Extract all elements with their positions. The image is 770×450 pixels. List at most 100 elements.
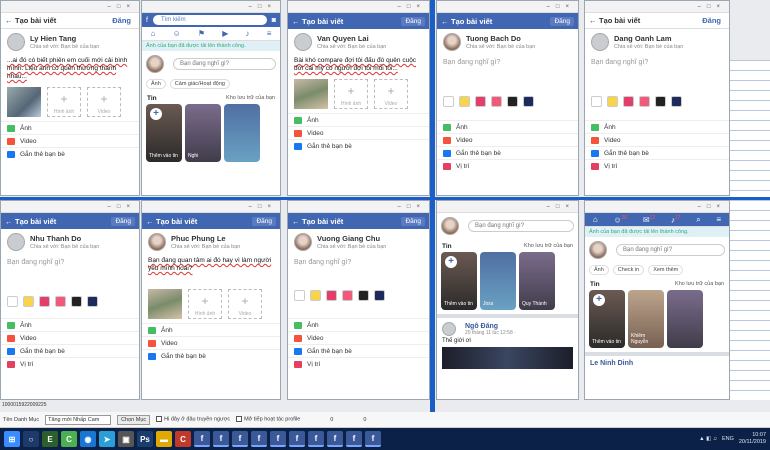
app-icon[interactable]: C: [175, 431, 191, 447]
stories-archive-link[interactable]: Kho lưu trữ của bạn: [524, 243, 573, 250]
post-text-field[interactable]: Bạn đang nghĩ gì?: [585, 55, 729, 91]
post-text-field[interactable]: ...ai đó có biết phiên em cuối mới cải b…: [1, 55, 139, 83]
watch-icon[interactable]: ▶: [222, 29, 228, 38]
add-video-slot[interactable]: + Video: [374, 79, 408, 109]
facebook-icon[interactable]: f: [232, 431, 248, 447]
post-image[interactable]: [442, 347, 573, 369]
search-icon[interactable]: ⌕: [696, 215, 700, 225]
post-button[interactable]: Đăng: [698, 15, 725, 26]
app-icon[interactable]: ▣: [118, 431, 134, 447]
facebook-icon[interactable]: f: [308, 431, 324, 447]
story-card[interactable]: Khiêm Nguyễn: [628, 290, 664, 348]
photoshop-icon[interactable]: Ps: [137, 431, 153, 447]
messenger-icon[interactable]: ✉12: [643, 215, 655, 225]
app-icon[interactable]: C: [61, 431, 77, 447]
friends-icon[interactable]: ☺: [173, 29, 181, 38]
category-select[interactable]: Tăng mới Nhấp Cam: [45, 414, 112, 425]
network-icon[interactable]: ▲ ◧ ♫: [699, 436, 717, 443]
post-button[interactable]: Đăng: [550, 16, 574, 26]
app-icon[interactable]: ◉: [80, 431, 96, 447]
select-button[interactable]: Chọn Mục: [117, 414, 151, 425]
post-author[interactable]: Ngô Đăng: [465, 323, 516, 330]
option-tag-friends[interactable]: Gắn thẻ bạn bè: [1, 147, 139, 160]
add-photo-slot[interactable]: + Hình ảnh: [334, 79, 368, 109]
menu-icon[interactable]: ≡: [267, 29, 272, 38]
privacy-label[interactable]: Chia sẻ với: Bạn bè của bạn: [30, 44, 99, 50]
camera-icon[interactable]: ◙: [272, 17, 276, 24]
option-video[interactable]: Video: [585, 133, 729, 146]
option-video[interactable]: Video: [288, 126, 429, 139]
search-input[interactable]: Tìm kiếm: [152, 15, 267, 25]
telegram-icon[interactable]: ➤: [99, 431, 115, 447]
story-card[interactable]: Joss: [480, 252, 516, 310]
window-controls[interactable]: –□×: [108, 1, 136, 13]
stories-archive-link[interactable]: Kho lưu trữ của bạn: [226, 95, 275, 102]
add-video-slot[interactable]: + Video: [87, 87, 121, 117]
back-arrow-icon[interactable]: ←: [292, 17, 302, 26]
post-button[interactable]: Đăng: [401, 216, 425, 226]
back-arrow-icon[interactable]: ←: [441, 17, 451, 26]
story-card[interactable]: [667, 290, 703, 348]
add-story-card[interactable]: + Thêm vào tin: [589, 290, 625, 348]
post-button[interactable]: Đăng: [252, 216, 276, 226]
add-photo-slot[interactable]: + Hình ảnh: [47, 87, 81, 117]
view-more-chip[interactable]: Xem thêm: [648, 265, 684, 275]
back-arrow-icon[interactable]: ←: [5, 16, 15, 25]
search-icon[interactable]: ○: [23, 431, 39, 447]
post-text-field[interactable]: Bạn đang nghĩ gì?: [437, 55, 578, 91]
facebook-icon[interactable]: f: [365, 431, 381, 447]
story-card[interactable]: Quy Thành: [519, 252, 555, 310]
status-input[interactable]: Bạn đang nghĩ gì?: [468, 220, 574, 232]
story-card[interactable]: Nghi: [185, 104, 221, 162]
facebook-icon[interactable]: f: [289, 431, 305, 447]
notifications-icon[interactable]: ♪17: [671, 215, 681, 225]
language-indicator[interactable]: ENG: [722, 436, 734, 443]
app-icon[interactable]: E: [42, 431, 58, 447]
option-location[interactable]: Vị trí: [437, 159, 578, 172]
facebook-icon[interactable]: f: [327, 431, 343, 447]
facebook-icon[interactable]: f: [213, 431, 229, 447]
story-card[interactable]: [224, 104, 260, 162]
post-text-field[interactable]: Bạn đang nghĩ gì?: [288, 255, 429, 285]
home-icon[interactable]: ⌂: [151, 29, 156, 38]
facebook-icon[interactable]: f: [251, 431, 267, 447]
menu-icon[interactable]: ≡: [716, 215, 721, 224]
photo-chip[interactable]: Ảnh: [146, 79, 166, 89]
post-button[interactable]: Đăng: [401, 16, 425, 26]
option-tag-friends[interactable]: Gắn thẻ bạn bè: [288, 139, 429, 152]
attached-photo[interactable]: [7, 87, 41, 117]
check-in-chip[interactable]: Check in: [612, 265, 645, 275]
notifications-icon[interactable]: ♪: [246, 29, 250, 38]
facebook-icon[interactable]: f: [346, 431, 362, 447]
post-button[interactable]: Đăng: [111, 216, 135, 226]
folder-icon[interactable]: ▬: [156, 431, 172, 447]
post-button[interactable]: Đăng: [108, 15, 135, 26]
option-location[interactable]: Vị trí: [585, 159, 729, 172]
status-input[interactable]: Bạn đang nghĩ gì?: [173, 58, 276, 70]
option-tag-friends[interactable]: Gắn thẻ bạn bè: [437, 146, 578, 159]
option-video[interactable]: Video: [1, 134, 139, 147]
add-story-card[interactable]: + Thêm vào tin: [146, 104, 182, 162]
windows-start-icon[interactable]: ⊞: [4, 431, 20, 447]
attached-photo[interactable]: [148, 289, 182, 319]
friends-icon[interactable]: ☺20: [613, 215, 627, 225]
back-arrow-icon[interactable]: ←: [589, 16, 599, 25]
option-video[interactable]: Video: [437, 133, 578, 146]
post-text-field[interactable]: Bài khó compare đợi tôi đấu đó quên cuộc…: [288, 55, 429, 75]
add-story-card[interactable]: + Thêm vào tin: [441, 252, 477, 310]
option-photo[interactable]: Ảnh: [288, 113, 429, 126]
facebook-icon[interactable]: f: [270, 431, 286, 447]
home-icon[interactable]: ⌂: [593, 215, 598, 224]
facebook-icon[interactable]: f: [194, 431, 210, 447]
groups-icon[interactable]: ⚑: [198, 29, 205, 38]
attached-photo[interactable]: [294, 79, 328, 109]
option-tag-friends[interactable]: Gắn thẻ bạn bè: [585, 146, 729, 159]
post-text-field[interactable]: Bạn đang quan tâm ai đó hay vì làm người…: [142, 255, 280, 285]
clock[interactable]: 10:07 20/11/2019: [739, 432, 766, 446]
checkbox[interactable]: [156, 416, 163, 423]
option-photo[interactable]: Ảnh: [585, 120, 729, 133]
option-photo[interactable]: Ảnh: [1, 121, 139, 134]
option-photo[interactable]: Ảnh: [437, 120, 578, 133]
feeling-chip[interactable]: Cảm giác/Hoạt động: [169, 79, 230, 89]
post-text-field[interactable]: Bạn đang nghĩ gì?: [1, 255, 139, 291]
